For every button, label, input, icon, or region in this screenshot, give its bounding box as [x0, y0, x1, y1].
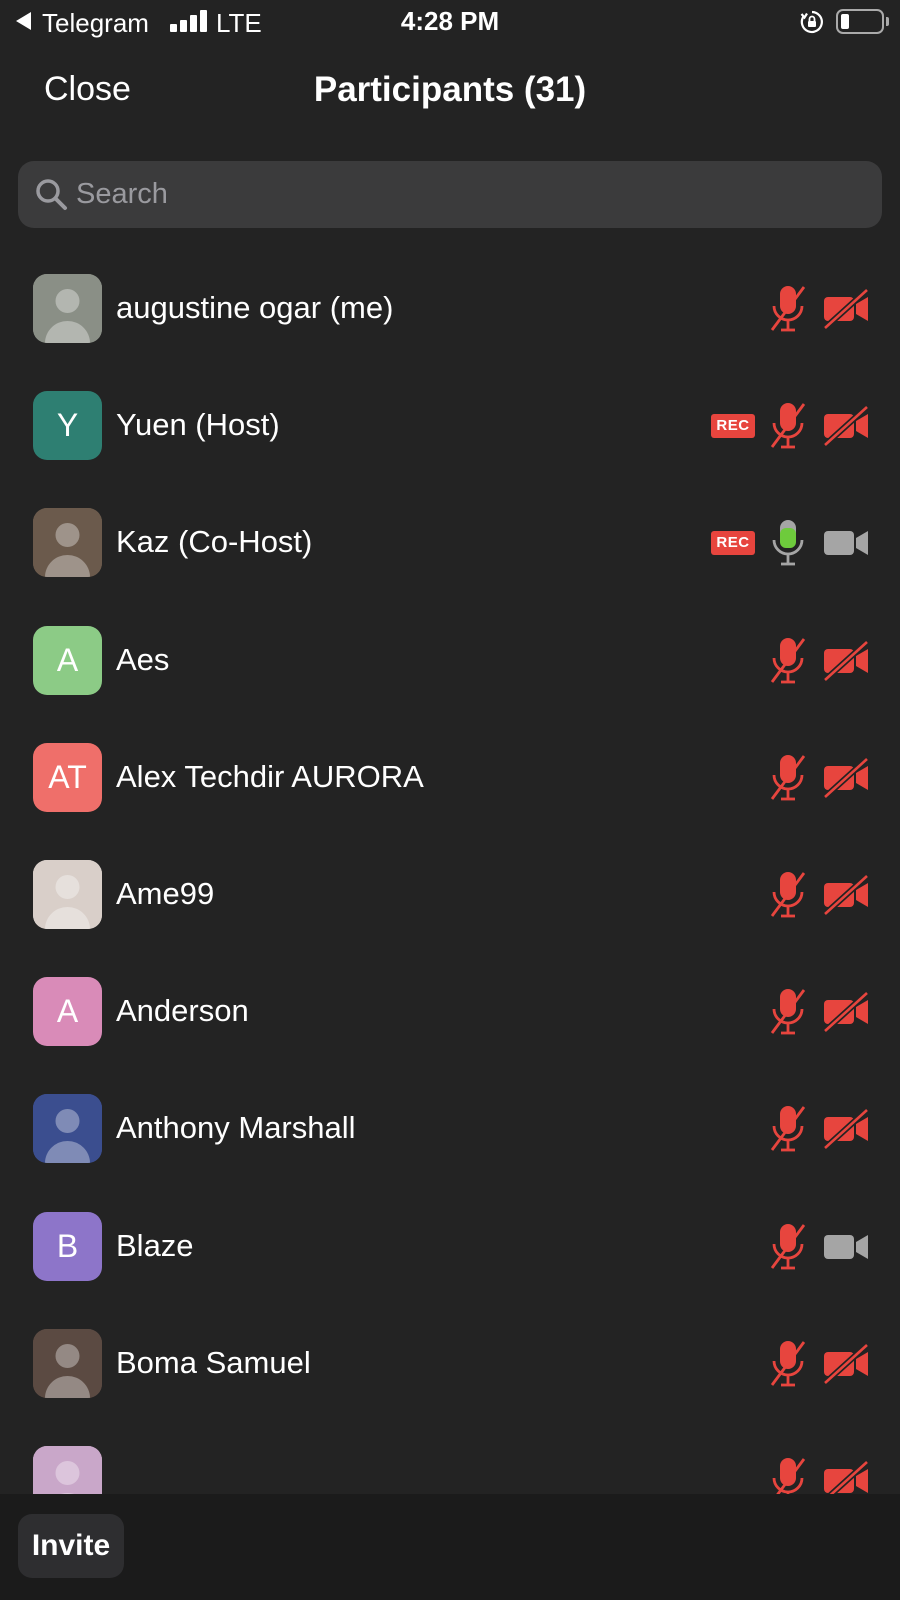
microphone-muted-icon[interactable]	[768, 987, 808, 1037]
video-camera-off-icon[interactable]	[822, 990, 870, 1034]
participant-name: Ame99	[116, 876, 215, 911]
participant-row[interactable]: Y Yuen (Host) REC	[0, 367, 900, 487]
avatar	[33, 860, 102, 929]
participant-name: Blaze	[116, 1227, 194, 1263]
participant-row[interactable]	[0, 1422, 900, 1494]
microphone-muted-icon[interactable]	[768, 1456, 808, 1494]
video-camera-off-icon[interactable]	[822, 1459, 870, 1494]
participant-row[interactable]: augustine ogar (me)	[0, 250, 900, 370]
participant-name: augustine ogar (me)	[116, 290, 394, 325]
battery-icon	[836, 9, 884, 34]
microphone-muted-icon[interactable]	[768, 1222, 808, 1272]
video-camera-off-icon[interactable]	[822, 873, 870, 917]
microphone-muted-icon[interactable]	[768, 753, 808, 803]
avatar	[33, 1094, 102, 1164]
microphone-muted-icon[interactable]	[768, 636, 808, 686]
avatar-initials: A	[56, 993, 79, 1030]
video-camera-off-icon[interactable]	[822, 1342, 870, 1386]
video-camera-off-icon[interactable]	[822, 1108, 870, 1151]
participant-name: Anderson	[116, 993, 249, 1029]
participant-row[interactable]: A Aes	[0, 602, 900, 722]
video-camera-off-icon[interactable]	[822, 404, 870, 448]
header: Close Participants (31)	[0, 60, 900, 124]
rotation-lock-icon	[800, 10, 823, 34]
video-camera-off-icon[interactable]	[822, 287, 870, 331]
participant-row[interactable]: Kaz (Co-Host) REC	[0, 484, 900, 604]
avatar	[33, 1328, 102, 1398]
avatar: Y	[33, 391, 102, 461]
participant-name: Anthony Marshall	[116, 1110, 356, 1146]
avatar-initials: AT	[48, 758, 87, 795]
avatar	[33, 274, 102, 343]
microphone-muted-icon[interactable]	[768, 401, 808, 451]
page-title: Participants (31)	[313, 70, 587, 109]
microphone-muted-icon[interactable]	[768, 1339, 808, 1389]
participant-row[interactable]: A Anderson	[0, 953, 900, 1073]
participant-row[interactable]: B Blaze	[0, 1188, 900, 1308]
recording-badge: REC	[711, 414, 755, 439]
video-camera-off-icon[interactable]	[822, 639, 870, 682]
video-camera-off-icon[interactable]	[822, 756, 870, 800]
avatar-initials: A	[56, 641, 79, 678]
avatar	[33, 1446, 102, 1494]
avatar: A	[33, 625, 102, 695]
clock: 4:28 PM	[400, 6, 500, 36]
avatar-initials: B	[56, 1227, 79, 1264]
search-input[interactable]	[76, 161, 866, 228]
status-bar: Telegram LTE 4:28 PM	[0, 0, 900, 46]
participant-row[interactable]: Anthony Marshall	[0, 1070, 900, 1190]
avatar: A	[33, 977, 102, 1047]
participant-row[interactable]: Boma Samuel	[0, 1305, 900, 1425]
recording-badge: REC	[711, 531, 755, 556]
participant-row[interactable]: Ame99	[0, 836, 900, 956]
microphone-icon[interactable]	[768, 518, 808, 568]
participant-row[interactable]: AT Alex Techdir AURORA	[0, 719, 900, 839]
microphone-muted-icon[interactable]	[768, 870, 808, 920]
avatar: B	[33, 1211, 102, 1281]
video-camera-icon[interactable]	[822, 1226, 870, 1268]
search-icon	[36, 179, 67, 210]
participant-name: Aes	[116, 641, 170, 677]
microphone-muted-icon[interactable]	[768, 284, 808, 334]
bottom-bar: Invite	[0, 1494, 900, 1600]
invite-button[interactable]: Invite	[18, 1514, 124, 1578]
avatar: AT	[33, 742, 102, 812]
participant-name: Kaz (Co-Host)	[116, 524, 313, 560]
participant-name: Alex Techdir AURORA	[116, 758, 424, 794]
participant-name: Yuen (Host)	[116, 407, 280, 443]
microphone-muted-icon[interactable]	[768, 1104, 808, 1154]
avatar-initials: Y	[56, 407, 79, 444]
search-bar[interactable]	[18, 161, 882, 228]
participant-name: Boma Samuel	[116, 1344, 311, 1380]
video-camera-icon[interactable]	[822, 522, 870, 564]
participants-list[interactable]: augustine ogar (me) Y Yuen (Host) REC Kaz (C…	[0, 250, 900, 1494]
avatar	[33, 508, 102, 578]
